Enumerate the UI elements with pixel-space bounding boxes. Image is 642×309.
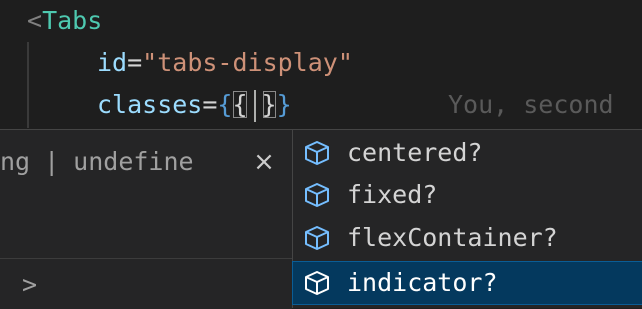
divider: [0, 258, 292, 259]
cube-icon: [305, 141, 329, 165]
suggestion-label: centered?: [347, 138, 483, 167]
indent-guide: [27, 42, 29, 128]
chevron-right-icon[interactable]: >: [22, 265, 37, 305]
attribute-name: id: [97, 48, 128, 77]
equals-sign: =: [127, 48, 143, 77]
hover-widget: ng | undefine × >: [0, 129, 292, 309]
cube-icon: [305, 271, 329, 295]
blame-annotation: You, second: [448, 90, 614, 119]
text-cursor: [253, 90, 256, 122]
code-line-id[interactable]: id="tabs-display": [97, 42, 353, 84]
suggestion-label: fixed?: [347, 180, 438, 209]
suggestion-list[interactable]: centered? fixed? flexContainer? indicato…: [292, 129, 642, 308]
equals-sign: =: [202, 90, 218, 119]
suggestion-item-fixed[interactable]: fixed?: [293, 174, 642, 216]
inner-brace-open: {: [232, 90, 248, 119]
suggestion-label: flexContainer?: [347, 223, 558, 252]
cube-icon: [305, 183, 329, 207]
suggestion-item-flexcontainer[interactable]: flexContainer?: [293, 217, 642, 259]
tag-name: Tabs: [42, 6, 103, 35]
type-separator: |: [44, 147, 60, 176]
attribute-name: classes: [97, 90, 203, 119]
close-icon[interactable]: ×: [250, 142, 278, 182]
suggestion-item-indicator[interactable]: indicator?: [292, 261, 642, 305]
code-line-classes[interactable]: classes={{}}: [97, 84, 292, 126]
suggestion-label: indicator?: [347, 268, 498, 297]
brace-open: {: [217, 90, 233, 119]
tag-bracket: <: [27, 6, 43, 35]
cube-icon: [305, 226, 329, 250]
hover-type-text: ng | undefine: [0, 142, 194, 182]
hover-left-text: ng: [0, 147, 31, 176]
hover-right-text: undefine: [73, 147, 194, 176]
attribute-value: "tabs-display": [142, 48, 353, 77]
brace-close: }: [276, 90, 292, 119]
suggestion-item-centered[interactable]: centered?: [293, 132, 642, 174]
code-line-tabs[interactable]: <Tabs: [27, 0, 102, 42]
inner-brace-close: }: [261, 90, 277, 119]
